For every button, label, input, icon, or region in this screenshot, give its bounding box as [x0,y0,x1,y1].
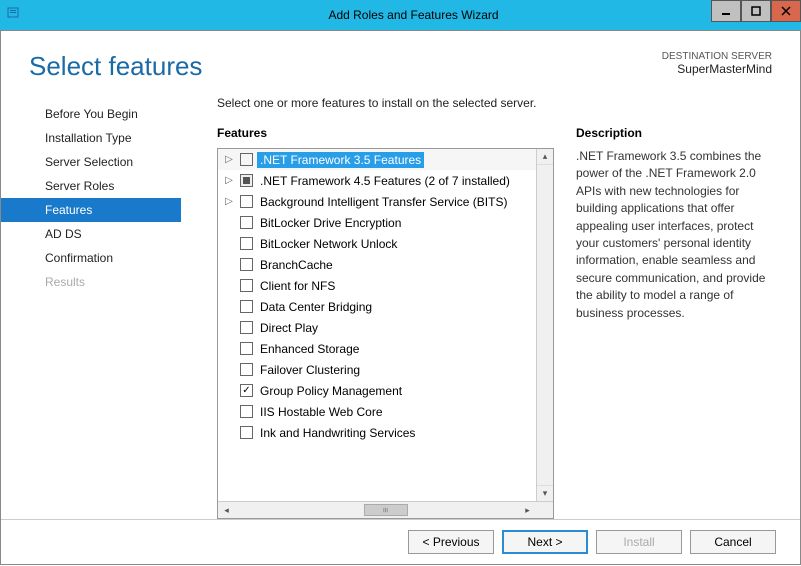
feature-label: Data Center Bridging [257,299,375,315]
feature-item[interactable]: Client for NFS [218,275,553,296]
wizard-sidebar: Before You BeginInstallation TypeServer … [1,92,181,519]
feature-item[interactable]: ▷ Background Intelligent Transfer Service… [218,191,553,212]
description-text: .NET Framework 3.5 combines the power of… [576,148,772,322]
page-title: Select features [29,51,202,82]
feature-item[interactable]: IIS Hostable Web Core [218,401,553,422]
feature-checkbox[interactable] [240,300,253,313]
feature-checkbox[interactable] [240,426,253,439]
feature-checkbox[interactable] [240,195,253,208]
cancel-button[interactable]: Cancel [690,530,776,554]
feature-item[interactable]: Enhanced Storage [218,338,553,359]
feature-label: BranchCache [257,257,336,273]
window-title: Add Roles and Features Wizard [26,8,801,22]
previous-button[interactable]: < Previous [408,530,494,554]
feature-item[interactable]: BranchCache [218,254,553,275]
feature-item[interactable]: Failover Clustering [218,359,553,380]
feature-item[interactable]: ▷ .NET Framework 4.5 Features (2 of 7 ins… [218,170,553,191]
feature-checkbox[interactable] [240,321,253,334]
expand-icon[interactable]: ▷ [222,175,236,186]
titlebar[interactable]: Add Roles and Features Wizard [0,0,801,30]
feature-label: .NET Framework 4.5 Features (2 of 7 inst… [257,173,513,189]
sidebar-item-server-selection[interactable]: Server Selection [1,150,181,174]
destination-label: DESTINATION SERVER [662,51,772,62]
install-button: Install [596,530,682,554]
sidebar-item-server-roles[interactable]: Server Roles [1,174,181,198]
feature-label: IIS Hostable Web Core [257,404,386,420]
feature-item[interactable]: Group Policy Management [218,380,553,401]
feature-item[interactable]: Data Center Bridging [218,296,553,317]
feature-label: Client for NFS [257,278,338,294]
expand-icon[interactable]: ▷ [222,154,236,165]
feature-checkbox[interactable] [240,342,253,355]
sidebar-item-before-you-begin[interactable]: Before You Begin [1,102,181,126]
scroll-down-icon[interactable]: ▾ [537,485,553,501]
feature-checkbox[interactable] [240,384,253,397]
next-button[interactable]: Next > [502,530,588,554]
scrollbar-thumb[interactable] [364,504,408,516]
feature-checkbox[interactable] [240,237,253,250]
scroll-right-icon[interactable]: ▸ [519,502,536,518]
expand-icon[interactable]: ▷ [222,196,236,207]
feature-label: BitLocker Drive Encryption [257,215,404,231]
feature-item[interactable]: BitLocker Drive Encryption [218,212,553,233]
feature-checkbox[interactable] [240,174,253,187]
minimize-button[interactable] [711,0,741,22]
feature-label: BitLocker Network Unlock [257,236,400,252]
feature-checkbox[interactable] [240,216,253,229]
feature-item[interactable]: Ink and Handwriting Services [218,422,553,443]
feature-checkbox[interactable] [240,153,253,166]
horizontal-scrollbar[interactable]: ◂ ▸ [218,501,553,518]
description-heading: Description [576,126,772,140]
app-icon [6,5,26,25]
sidebar-item-results: Results [1,270,181,294]
feature-checkbox[interactable] [240,405,253,418]
close-button[interactable] [771,0,801,22]
feature-label: Direct Play [257,320,321,336]
scroll-up-icon[interactable]: ▴ [537,149,553,165]
sidebar-item-confirmation[interactable]: Confirmation [1,246,181,270]
maximize-button[interactable] [741,0,771,22]
feature-checkbox[interactable] [240,258,253,271]
feature-label: Failover Clustering [257,362,363,378]
feature-checkbox[interactable] [240,363,253,376]
feature-label: Enhanced Storage [257,341,362,357]
feature-item[interactable]: BitLocker Network Unlock [218,233,553,254]
feature-item[interactable]: ▷ .NET Framework 3.5 Features [218,149,553,170]
feature-label: .NET Framework 3.5 Features [257,152,424,168]
vertical-scrollbar[interactable]: ▴ ▾ [536,149,553,501]
scroll-left-icon[interactable]: ◂ [218,502,235,518]
feature-label: Background Intelligent Transfer Service … [257,194,510,210]
feature-checkbox[interactable] [240,279,253,292]
feature-item[interactable]: Direct Play [218,317,553,338]
feature-label: Group Policy Management [257,383,405,399]
sidebar-item-ad-ds[interactable]: AD DS [1,222,181,246]
instruction-text: Select one or more features to install o… [217,96,772,110]
destination-server: SuperMasterMind [662,62,772,76]
features-listbox[interactable]: ▷ .NET Framework 3.5 Features ▷ .NET Framew… [217,148,554,519]
sidebar-item-features[interactable]: Features [1,198,181,222]
sidebar-item-installation-type[interactable]: Installation Type [1,126,181,150]
features-heading: Features [217,126,554,140]
feature-label: Ink and Handwriting Services [257,425,418,441]
